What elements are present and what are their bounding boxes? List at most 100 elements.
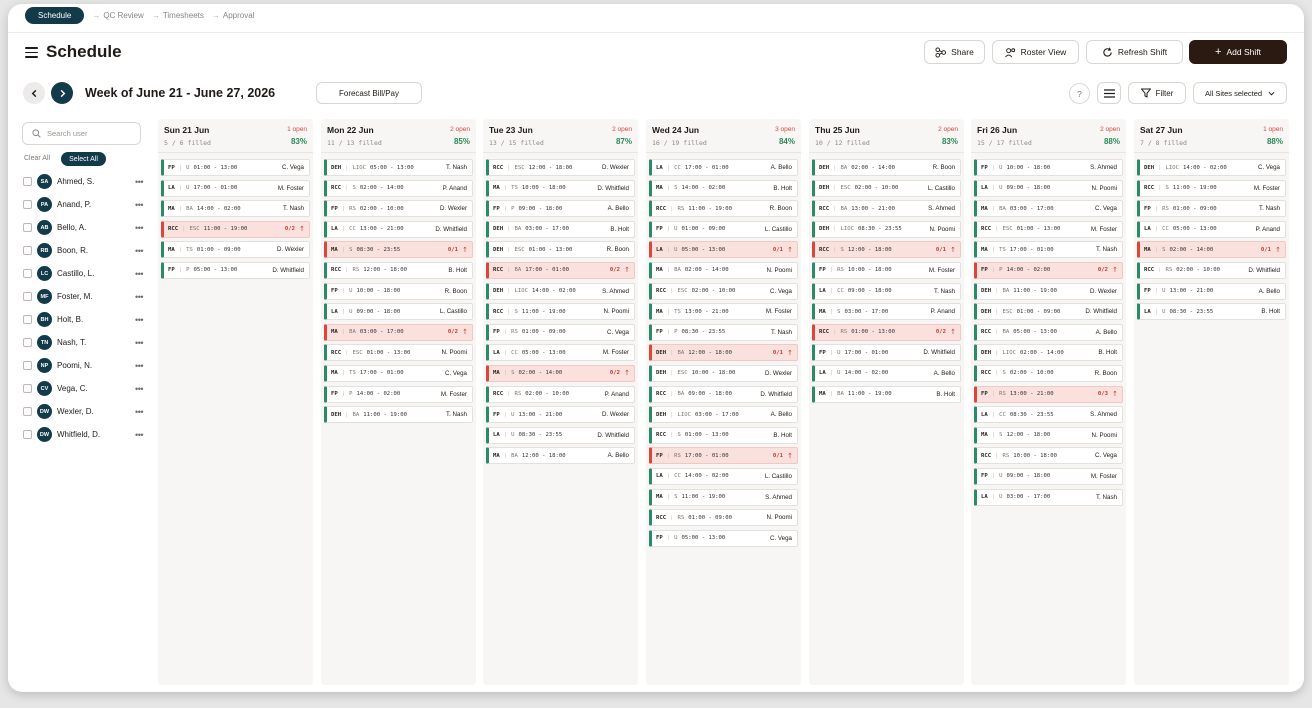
shift-card[interactable]: FP | U 01:00 - 09:00 L. Castillo <box>649 220 798 238</box>
shift-card[interactable]: FP | P 05:00 - 13:00 D. Whitfield <box>161 261 310 279</box>
user-row[interactable]: NP Poomi, N. ••• <box>23 354 143 377</box>
user-checkbox[interactable] <box>23 361 32 370</box>
open-shift-card[interactable]: RCC | RS 01:00 - 13:00 0/2 ↑ <box>812 323 961 341</box>
shift-card[interactable]: MA | BA 03:00 - 17:00 C. Vega <box>974 200 1123 218</box>
shift-card[interactable]: RCC | RS 01:00 - 09:00 N. Poomi <box>649 509 798 527</box>
shift-card[interactable]: MA | BA 14:00 - 02:00 T. Nash <box>161 200 310 218</box>
user-row[interactable]: DW Wexler, D. ••• <box>23 400 143 423</box>
clear-all-button[interactable]: Clear All <box>24 155 50 162</box>
user-checkbox[interactable] <box>23 269 32 278</box>
shift-card[interactable]: DEH | LIOC 14:00 - 02:00 S. Ahmed <box>486 282 635 300</box>
open-shift-card[interactable]: RCC | BA 17:00 - 01:00 0/2 ↑ <box>486 261 635 279</box>
shift-card[interactable]: MA | TS 17:00 - 01:00 C. Vega <box>324 364 473 382</box>
user-row[interactable]: TN Nash, T. ••• <box>23 331 143 354</box>
shift-card[interactable]: MA | TS 17:00 - 01:00 T. Nash <box>974 241 1123 259</box>
shift-card[interactable]: RCC | BA 05:00 - 13:00 A. Bello <box>974 323 1123 341</box>
shift-card[interactable]: RCC | ESC 01:00 - 13:00 M. Foster <box>974 220 1123 238</box>
more-options-icon[interactable]: ••• <box>135 223 143 233</box>
help-button[interactable]: ? <box>1069 83 1090 104</box>
shift-card[interactable]: LA | U 08:30 - 23:55 B. Holt <box>1137 303 1286 321</box>
more-options-icon[interactable]: ••• <box>135 430 143 440</box>
shift-card[interactable]: DEH | LIOC 08:30 - 23:55 N. Poomi <box>812 220 961 238</box>
shift-card[interactable]: FP | RS 01:00 - 09:00 T. Nash <box>1137 200 1286 218</box>
shift-card[interactable]: RCC | S 02:00 - 10:00 R. Boon <box>974 364 1123 382</box>
step-qc-review[interactable]: → QC Review <box>92 11 143 20</box>
shift-card[interactable]: RCC | BA 13:00 - 21:00 S. Ahmed <box>812 200 961 218</box>
shift-card[interactable]: FP | U 17:00 - 01:00 D. Whitfield <box>812 344 961 362</box>
open-shift-card[interactable]: MA | S 02:00 - 14:00 0/2 ↑ <box>486 364 635 382</box>
shift-card[interactable]: MA | BA 02:00 - 14:00 N. Poomi <box>649 261 798 279</box>
shift-card[interactable]: LA | U 03:00 - 17:00 T. Nash <box>974 488 1123 506</box>
user-checkbox[interactable] <box>23 338 32 347</box>
shift-card[interactable]: DEH | BA 11:00 - 19:00 T. Nash <box>324 406 473 424</box>
shift-card[interactable]: LA | U 09:00 - 18:00 L. Castillo <box>324 303 473 321</box>
more-options-icon[interactable]: ••• <box>135 361 143 371</box>
more-options-icon[interactable]: ••• <box>135 407 143 417</box>
shift-card[interactable]: FP | P 09:00 - 18:00 A. Bello <box>486 200 635 218</box>
shift-card[interactable]: RCC | RS 10:00 - 18:00 C. Vega <box>974 447 1123 465</box>
shift-card[interactable]: FP | RS 01:00 - 09:00 C. Vega <box>486 323 635 341</box>
open-shift-card[interactable]: FP | P 14:00 - 02:00 0/2 ↑ <box>974 261 1123 279</box>
shift-card[interactable]: RCC | RS 11:00 - 19:00 R. Boon <box>649 200 798 218</box>
open-shift-card[interactable]: RCC | ESC 11:00 - 19:00 0/2 ↑ <box>161 220 310 238</box>
shift-card[interactable]: MA | S 12:00 - 18:00 N. Poomi <box>974 426 1123 444</box>
add-shift-button[interactable]: + Add Shift <box>1189 40 1287 64</box>
user-row[interactable]: DW Whitfield, D. ••• <box>23 423 143 446</box>
shift-card[interactable]: RCC | RS 02:00 - 10:00 D. Whitfield <box>1137 261 1286 279</box>
step-approval[interactable]: → Approval <box>212 11 255 20</box>
shift-card[interactable]: RCC | RS 12:00 - 18:00 B. Holt <box>324 261 473 279</box>
list-view-button[interactable] <box>1097 82 1121 104</box>
open-shift-card[interactable]: DEH | BA 12:00 - 18:00 0/1 ↑ <box>649 344 798 362</box>
shift-card[interactable]: MA | S 11:00 - 19:00 S. Ahmed <box>649 488 798 506</box>
user-row[interactable]: CV Vega, C. ••• <box>23 377 143 400</box>
shift-card[interactable]: LA | U 14:00 - 02:00 A. Bello <box>812 364 961 382</box>
more-options-icon[interactable]: ••• <box>135 177 143 187</box>
user-row[interactable]: LC Castillo, L. ••• <box>23 262 143 285</box>
open-shift-card[interactable]: FP | RS 17:00 - 01:00 0/1 ↑ <box>649 447 798 465</box>
menu-icon[interactable] <box>25 47 38 58</box>
shift-card[interactable]: DEH | ESC 01:00 - 13:00 R. Boon <box>486 241 635 259</box>
shift-card[interactable]: DEH | LIOC 14:00 - 02:00 C. Vega <box>1137 159 1286 176</box>
shift-card[interactable]: RCC | BA 09:00 - 18:00 D. Whitfield <box>649 385 798 403</box>
previous-week-button[interactable] <box>23 82 45 104</box>
shift-card[interactable]: LA | CC 09:00 - 18:00 T. Nash <box>812 282 961 300</box>
shift-card[interactable]: LA | U 08:30 - 23:55 D. Whitfield <box>486 426 635 444</box>
shift-card[interactable]: FP | U 13:00 - 21:00 A. Bello <box>1137 282 1286 300</box>
shift-card[interactable]: RCC | ESC 01:00 - 13:00 N. Poomi <box>324 344 473 362</box>
more-options-icon[interactable]: ••• <box>135 315 143 325</box>
open-shift-card[interactable]: MA | S 02:00 - 14:00 0/1 ↑ <box>1137 241 1286 259</box>
sites-dropdown[interactable]: All Sites selected <box>1193 82 1287 104</box>
shift-card[interactable]: DEH | ESC 02:00 - 10:00 L. Castillo <box>812 179 961 197</box>
shift-card[interactable]: MA | TS 10:00 - 18:00 D. Whitfield <box>486 179 635 197</box>
user-checkbox[interactable] <box>23 223 32 232</box>
shift-card[interactable]: FP | U 05:00 - 13:00 C. Vega <box>649 529 798 547</box>
user-row[interactable]: AB Bello, A. ••• <box>23 216 143 239</box>
user-row[interactable]: PA Anand, P. ••• <box>23 193 143 216</box>
shift-card[interactable]: RCC | RS 02:00 - 10:00 P. Anand <box>486 385 635 403</box>
shift-card[interactable]: MA | S 14:00 - 02:00 B. Holt <box>649 179 798 197</box>
shift-card[interactable]: DEH | ESC 01:00 - 09:00 D. Whitfield <box>974 303 1123 321</box>
shift-card[interactable]: DEH | ESC 10:00 - 18:00 D. Wexler <box>649 364 798 382</box>
open-shift-card[interactable]: FP | RS 13:00 - 21:00 0/3 ↑ <box>974 385 1123 403</box>
shift-card[interactable]: MA | BA 12:00 - 18:00 A. Bello <box>486 447 635 465</box>
shift-card[interactable]: RCC | ESC 02:00 - 10:00 C. Vega <box>649 282 798 300</box>
shift-card[interactable]: FP | P 14:00 - 02:00 M. Foster <box>324 385 473 403</box>
shift-card[interactable]: LA | CC 05:00 - 13:00 M. Foster <box>486 344 635 362</box>
next-week-button[interactable] <box>51 82 73 104</box>
filter-button[interactable]: Filter <box>1128 82 1186 104</box>
shift-card[interactable]: FP | RS 02:00 - 10:00 D. Wexler <box>324 200 473 218</box>
shift-card[interactable]: DEH | LIOC 03:00 - 17:00 A. Bello <box>649 406 798 424</box>
shift-card[interactable]: FP | U 10:00 - 18:00 S. Ahmed <box>974 159 1123 176</box>
forecast-bill-pay-button[interactable]: Forecast Bill/Pay <box>316 82 422 104</box>
shift-card[interactable]: FP | U 13:00 - 21:00 D. Wexler <box>486 406 635 424</box>
user-checkbox[interactable] <box>23 315 32 324</box>
shift-card[interactable]: MA | TS 13:00 - 21:00 M. Foster <box>649 303 798 321</box>
shift-card[interactable]: LA | U 17:00 - 01:00 M. Foster <box>161 179 310 197</box>
shift-card[interactable]: LA | CC 13:00 - 21:00 D. Whitfield <box>324 220 473 238</box>
shift-card[interactable]: MA | S 03:00 - 17:00 P. Anand <box>812 303 961 321</box>
shift-card[interactable]: MA | TS 01:00 - 09:00 D. Wexler <box>161 241 310 259</box>
search-user-input[interactable]: Search user <box>22 122 141 145</box>
open-shift-card[interactable]: LA | U 05:00 - 13:00 0/1 ↑ <box>649 241 798 259</box>
shift-card[interactable]: DEH | BA 03:00 - 17:00 B. Holt <box>486 220 635 238</box>
shift-card[interactable]: DEH | BA 11:00 - 19:00 D. Wexler <box>974 282 1123 300</box>
